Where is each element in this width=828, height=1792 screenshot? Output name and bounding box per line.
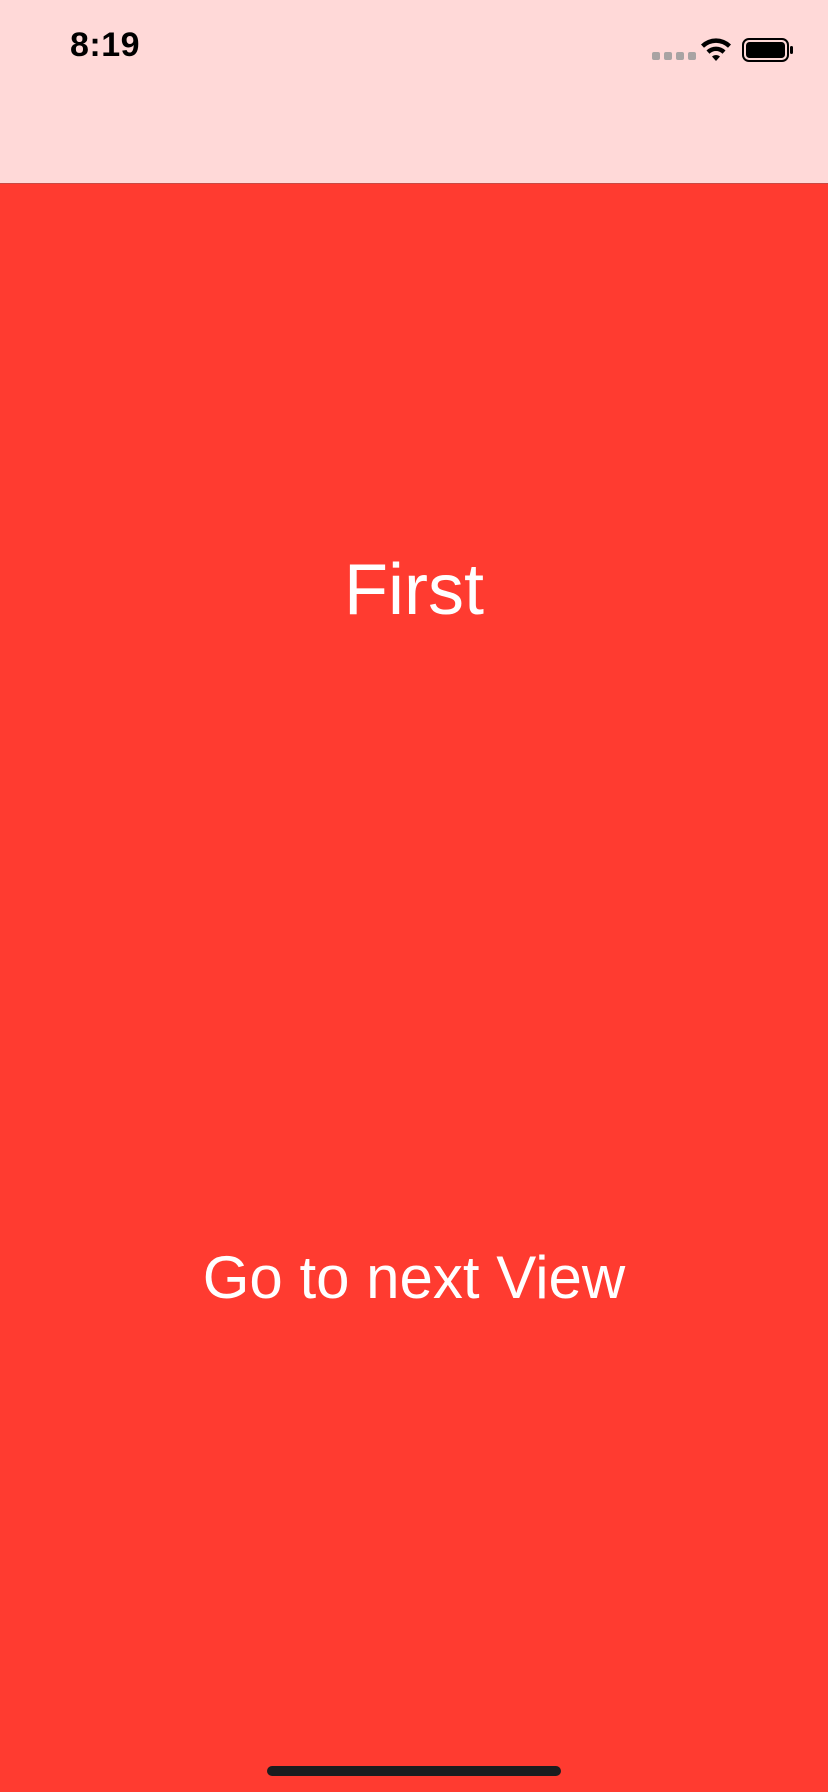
battery-icon (742, 38, 793, 62)
cellular-signal-icon (652, 52, 696, 60)
page-title: First (344, 550, 484, 630)
go-to-next-view-button[interactable]: Go to next View (180, 1236, 648, 1320)
wifi-icon (701, 38, 731, 61)
home-indicator[interactable] (267, 1766, 561, 1776)
screen: 8:19 First Go to next View (0, 0, 828, 1792)
status-time: 8:19 (70, 26, 141, 64)
navigation-bar: 8:19 (0, 0, 828, 184)
